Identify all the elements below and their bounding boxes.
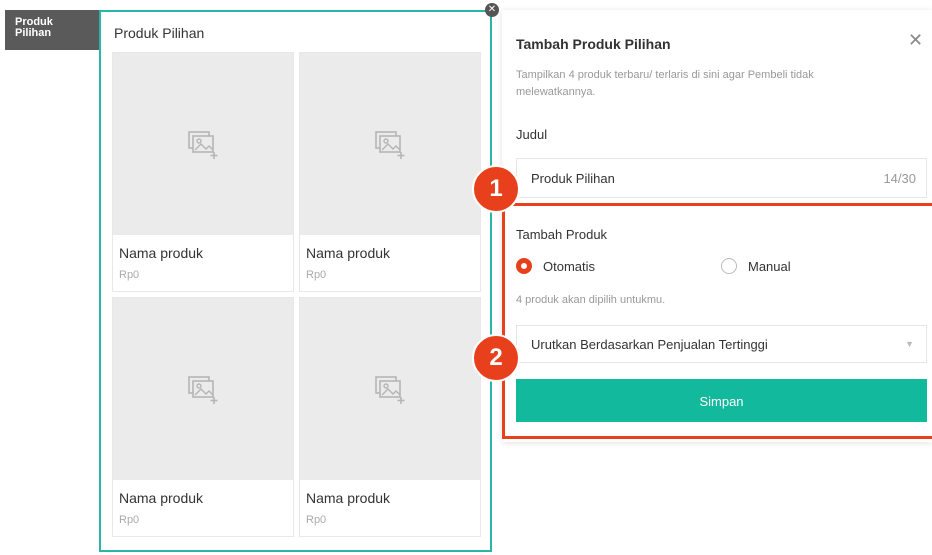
add-product-label: Tambah Produk	[516, 227, 608, 242]
add-image-icon	[188, 131, 218, 159]
product-card[interactable]: Nama produk Rp0	[299, 297, 481, 537]
sort-dropdown-value: Urutkan Berdasarkan Penjualan Tertinggi	[531, 337, 768, 352]
panel-title: Tambah Produk Pilihan	[516, 36, 671, 52]
product-image-placeholder	[300, 53, 480, 235]
product-price: Rp0	[306, 269, 327, 281]
product-name: Nama produk	[306, 490, 391, 506]
selection-hint: 4 produk akan dipilih untukmu.	[516, 294, 666, 306]
title-input-value: Produk Pilihan	[531, 171, 615, 186]
panel-description: Tampilkan 4 produk terbaru/ terlaris di …	[516, 69, 814, 98]
character-counter: 14/30	[883, 171, 916, 186]
product-name: Nama produk	[119, 245, 204, 261]
add-image-icon	[188, 376, 218, 404]
title-input[interactable]: Produk Pilihan 14/30	[516, 158, 927, 198]
title-label: Judul	[516, 127, 548, 142]
radio-unselected-icon	[721, 258, 737, 274]
sort-dropdown[interactable]: Urutkan Berdasarkan Penjualan Tertinggi …	[516, 325, 927, 363]
step-badge-2: 2	[472, 334, 520, 382]
radio-automatic[interactable]: Otomatis	[516, 258, 595, 274]
product-price: Rp0	[119, 514, 140, 526]
close-icon[interactable]: ✕	[908, 30, 923, 51]
product-name: Nama produk	[306, 245, 391, 261]
radio-manual[interactable]: Manual	[721, 258, 791, 274]
product-name: Nama produk	[119, 490, 204, 506]
remove-section-icon[interactable]: ✕	[485, 3, 499, 17]
radio-automatic-label: Otomatis	[543, 258, 596, 274]
save-button[interactable]: Simpan	[516, 379, 927, 422]
product-card[interactable]: Nama produk Rp0	[112, 52, 294, 292]
product-price: Rp0	[119, 269, 140, 281]
product-price: Rp0	[306, 514, 327, 526]
chevron-down-icon: ▼	[905, 339, 914, 349]
add-image-icon	[375, 376, 405, 404]
step-badge-1: 1	[472, 165, 520, 213]
section-tag-line2: Pilihan	[15, 27, 52, 39]
product-image-placeholder	[113, 53, 293, 235]
preview-title: Produk Pilihan	[114, 25, 205, 41]
radio-selected-icon	[516, 258, 532, 274]
add-image-icon	[375, 131, 405, 159]
product-card[interactable]: Nama produk Rp0	[112, 297, 294, 537]
preview-panel: Produk Pilihan Nama produk Rp0 Nama prod…	[99, 10, 492, 552]
product-image-placeholder	[113, 298, 293, 480]
product-image-placeholder	[300, 298, 480, 480]
radio-manual-label: Manual	[748, 258, 791, 274]
product-card[interactable]: Nama produk Rp0	[299, 52, 481, 292]
section-tag[interactable]: Produk Pilihan	[5, 10, 100, 50]
add-featured-products-panel: Tambah Produk Pilihan ✕ Tampilkan 4 prod…	[502, 10, 932, 442]
